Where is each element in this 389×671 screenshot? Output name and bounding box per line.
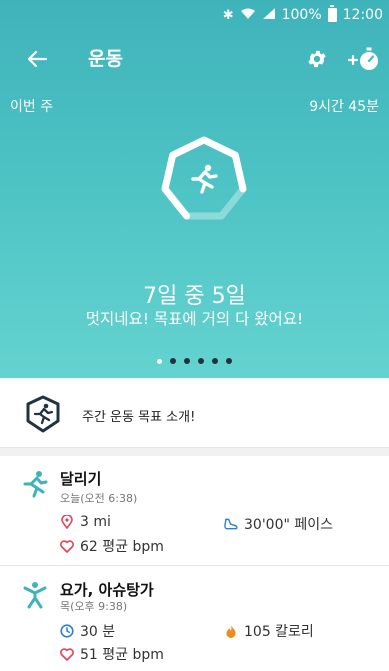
page-title: 운동 xyxy=(88,48,123,70)
pace-value: 30'00" 페이스 xyxy=(244,517,334,533)
add-exercise-button[interactable] xyxy=(344,42,384,76)
activity-name: 달리기 xyxy=(60,470,102,488)
page-dot[interactable] xyxy=(198,358,204,364)
activity-row-yoga[interactable]: 요가, 아슈탕가 목(오후 9:38) 30 분 105 칼로리 51 평균 b… xyxy=(0,567,389,671)
heart-rate-value: 62 평균 bpm xyxy=(80,539,164,555)
arrow-left-icon xyxy=(27,50,47,68)
intro-text: 주간 운동 목표 소개! xyxy=(82,410,196,425)
weekly-goal-badge xyxy=(161,136,247,220)
activity-name: 요가, 아슈탕가 xyxy=(60,581,154,599)
heart-icon xyxy=(60,539,74,553)
page-dot[interactable] xyxy=(184,358,190,364)
calories-value: 105 칼로리 xyxy=(244,624,314,640)
heart-rate-stat: 62 평균 bpm xyxy=(60,536,164,556)
app-bar: 운동 xyxy=(0,30,389,88)
weekly-goal-intro[interactable]: 주간 운동 목표 소개! xyxy=(0,378,389,448)
heart-icon xyxy=(60,647,74,661)
gear-icon xyxy=(308,50,326,68)
clock-icon xyxy=(60,624,74,638)
back-button[interactable] xyxy=(20,42,54,76)
battery-icon xyxy=(327,5,337,22)
page-dot[interactable] xyxy=(170,358,176,364)
add-stopwatch-icon xyxy=(347,47,378,70)
status-bar: ✱ 100% 12:00 xyxy=(0,0,389,30)
pace-stat: 30'00" 페이스 xyxy=(224,514,333,534)
duration-value: 30 분 xyxy=(80,624,116,640)
page-dot[interactable] xyxy=(226,358,232,364)
calories-stat: 105 칼로리 xyxy=(224,621,314,641)
heart-rate-stat: 51 평균 bpm xyxy=(60,644,164,664)
activity-time: 목(오후 9:38) xyxy=(60,600,128,613)
encouragement-message: 멋지네요! 목표에 거의 다 왔어요! xyxy=(85,310,304,328)
runner-badge-icon xyxy=(26,395,60,433)
settings-button[interactable] xyxy=(300,42,334,76)
duration-stat: 30 분 xyxy=(60,621,115,641)
signal-icon xyxy=(262,7,276,24)
goal-days: 7일 중 5일 xyxy=(143,284,246,309)
location-pin-icon xyxy=(60,515,74,529)
clock-time: 12:00 xyxy=(342,7,383,23)
page-indicator[interactable] xyxy=(0,358,389,364)
period-label: 이번 주 xyxy=(10,99,54,115)
exercise-screen: ✱ 100% 12:00 운동 이번 주 9시간 45분 7일 중 5일 멋지네… xyxy=(0,0,389,671)
page-dot[interactable] xyxy=(212,358,218,364)
distance-stat: 3 mi xyxy=(60,514,111,530)
battery-percent: 100% xyxy=(281,7,322,23)
distance-value: 3 mi xyxy=(80,514,111,530)
heart-rate-value: 51 평균 bpm xyxy=(80,647,164,663)
shoe-icon xyxy=(224,517,238,531)
total-duration: 9시간 45분 xyxy=(309,99,379,115)
wifi-icon xyxy=(240,7,256,24)
yoga-icon xyxy=(23,582,47,609)
flame-icon xyxy=(224,624,238,638)
page-dot[interactable] xyxy=(157,358,162,364)
bluetooth-icon: ✱ xyxy=(222,7,234,23)
running-icon xyxy=(23,471,48,498)
running-icon xyxy=(191,164,218,194)
section-divider xyxy=(0,448,389,456)
weekly-summary-panel[interactable]: ✱ 100% 12:00 운동 이번 주 9시간 45분 7일 중 5일 멋지네… xyxy=(0,0,389,378)
activity-row-running[interactable]: 달리기 오늘(오전 6:38) 3 mi 30'00" 페이스 62 평균 bp… xyxy=(0,456,389,566)
activity-time: 오늘(오전 6:38) xyxy=(60,492,138,505)
